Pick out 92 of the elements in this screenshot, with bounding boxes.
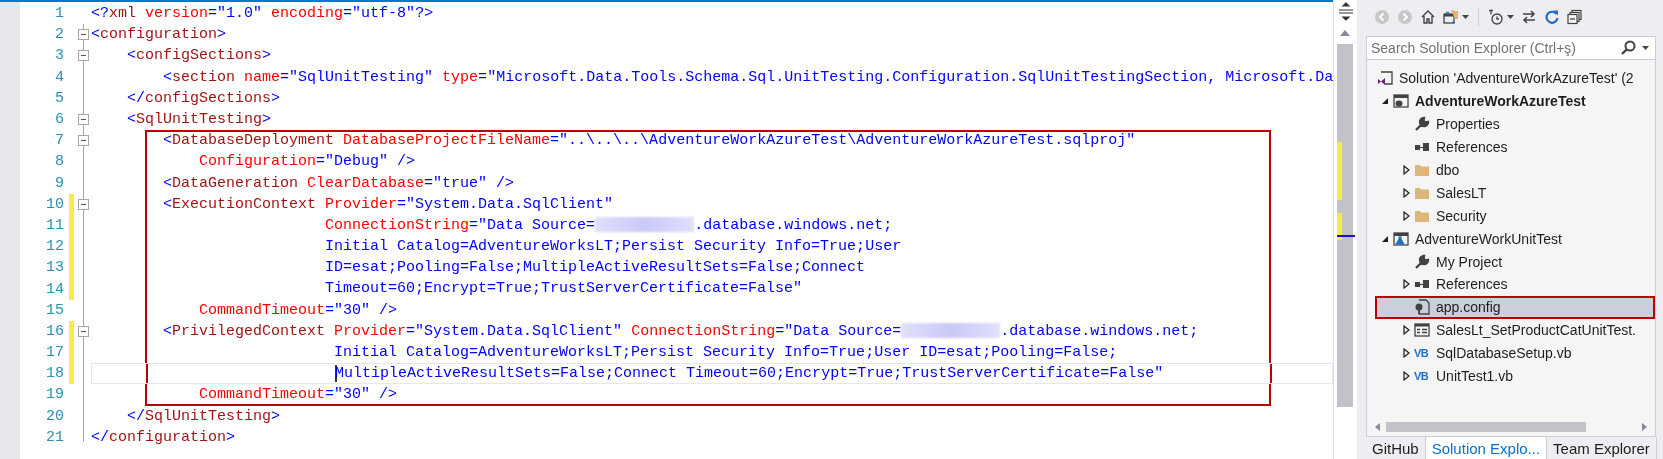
line-number: 3 (54, 47, 64, 65)
code-line: <SqlUnitTesting> (126, 109, 273, 130)
collapse-all-icon[interactable] (1567, 9, 1583, 25)
tree-item[interactable]: Security (1367, 204, 1655, 228)
scrollbar-thumb[interactable] (1386, 422, 1586, 432)
panel-tab[interactable]: Solution Explo... (1425, 437, 1548, 459)
tree-item[interactable]: VB UnitTest1.vb (1367, 364, 1655, 388)
line-number: 1 (54, 5, 64, 23)
tree-item[interactable]: AdventureWorkUnitTest (1367, 227, 1655, 251)
code-line: Initial Catalog=AdventureWorksLT;Persist Security Info=True;User (91, 236, 1333, 258)
collapse-icon[interactable] (78, 325, 89, 337)
line-number: 5 (54, 89, 64, 107)
scroll-up-icon[interactable] (1340, 30, 1350, 36)
tree-item[interactable]: VB SqlDatabaseSetup.vb (1367, 341, 1655, 365)
test-project-icon (1393, 230, 1409, 247)
tree-item[interactable]: SalesLT (1367, 181, 1655, 205)
code-line: <DatabaseDeployment DatabaseProjectFileName="..\..\..\AdventureWorkAzureTest\AdventureWorkAzureTest.sqlproj" (91, 130, 1333, 152)
caret-icon[interactable] (1507, 15, 1514, 19)
collapse-icon[interactable] (78, 198, 89, 210)
collapse-icon[interactable] (78, 113, 89, 125)
line-number: 7 (54, 132, 64, 150)
caret-icon[interactable] (1462, 15, 1469, 19)
line-number: 10 (45, 195, 64, 213)
tree-item[interactable]: References (1367, 135, 1655, 159)
code-line: <PrivilegedContext Provider="System.Data.SqlClient" ConnectionString="Data Source= .database.windows.net; (91, 320, 1333, 342)
caret-position-mark (1337, 235, 1355, 237)
collapse-icon[interactable] (78, 135, 89, 147)
folder-icon (1414, 162, 1430, 178)
tree-item[interactable]: Properties (1367, 112, 1655, 136)
database-project-icon (1393, 93, 1409, 110)
code-line: <section name="SqlUnitTesting" type="Microsoft.Data.Tools.Schema.Sql.UnitTesting.Configuration.SqlUnitTestingSection, Microsoft.Da (162, 67, 1333, 88)
tree-item[interactable]: SalesLt_SetProductCatUnitTest. (1367, 318, 1655, 342)
line-number: 9 (54, 174, 64, 192)
wrench-icon (1414, 116, 1430, 133)
wrench-icon (1414, 253, 1430, 270)
clock-icon[interactable] (1488, 9, 1504, 25)
code-line: CommandTimeout="30" /> (91, 299, 1333, 321)
collapse-icon[interactable] (78, 29, 89, 41)
search-field[interactable]: Search Solution Explorer (Ctrl+ş) (1366, 36, 1656, 60)
code-line: <?xml version="1.0" encoding="utf-8"?> (91, 4, 435, 24)
tree-item[interactable]: References (1367, 273, 1655, 296)
line-number: 13 (45, 259, 64, 277)
code-line: ConnectionString="Data Source= .database.windows.net; (91, 214, 1333, 237)
line-number: 4 (54, 68, 64, 86)
code-line: Timeout=60;Encrypt=True;TrustServerCertificate=False" (91, 278, 1333, 300)
solution-icon (1377, 70, 1393, 87)
code-line: </SqlUnitTesting> (126, 406, 282, 427)
line-number: 8 (54, 153, 64, 171)
tree-item[interactable]: dbo (1367, 158, 1655, 182)
scrollbar-track[interactable] (1337, 44, 1353, 407)
scroll-right-icon[interactable] (1642, 423, 1647, 431)
code-line: </configSections> (126, 88, 282, 109)
code-line: Configuration="Debug" /> (91, 151, 1333, 173)
code-line: ID=esat;Pooling=False;MultipleActiveResultSets=False;Connect (91, 257, 1333, 279)
tree-item[interactable]: My Project (1367, 250, 1655, 273)
code-line: <configuration> (91, 25, 228, 46)
tree-item[interactable]: app.config (1375, 295, 1655, 319)
code-line: Initial Catalog=AdventureWorksLT;Persist Security Info=True;User ID=esat;Pooling=False; (91, 342, 1333, 364)
line-number: 19 (45, 386, 64, 404)
swap-arrows-icon[interactable] (1521, 9, 1537, 25)
refresh-icon[interactable] (1544, 9, 1560, 25)
line-number: 17 (45, 344, 64, 362)
collapse-icon[interactable] (78, 50, 89, 62)
line-number: 12 (45, 238, 64, 256)
line-number: 11 (45, 216, 64, 234)
table-file-icon (1414, 322, 1430, 339)
line-number: 21 (45, 428, 64, 446)
line-number: 15 (45, 301, 64, 319)
change-mark (1337, 142, 1342, 200)
code-line: <ExecutionContext Provider="System.Data.SqlClient" (91, 193, 1333, 215)
tree-item[interactable]: Solution 'AdventureWorkAzureTest' (2 (1367, 67, 1655, 90)
code-line: <DataGeneration ClearDatabase="true" /> (91, 172, 1333, 194)
vb-icon: VB (1414, 347, 1430, 360)
code-line: CommandTimeout="30" /> (91, 384, 1333, 406)
code-line: </configuration> (91, 427, 237, 448)
code-line: <configSections> (126, 46, 273, 67)
scroll-left-icon[interactable] (1375, 423, 1380, 431)
vb-icon: VB (1414, 370, 1430, 382)
change-mark (1337, 213, 1342, 240)
config-file-icon (1414, 299, 1430, 316)
splitter-icon[interactable] (1337, 2, 1355, 21)
line-number: 14 (45, 280, 64, 298)
caret-icon[interactable] (1642, 46, 1649, 50)
line-number: 20 (45, 407, 64, 425)
home-icon[interactable] (1420, 9, 1436, 25)
line-number: 2 (54, 26, 64, 44)
line-number: 6 (54, 111, 64, 129)
line-number: 18 (45, 365, 64, 383)
tree-item[interactable]: AdventureWorkAzureTest (1367, 89, 1655, 113)
sync-view-icon[interactable] (1443, 9, 1459, 25)
search-icon[interactable] (1620, 40, 1636, 56)
line-number: 16 (45, 322, 64, 340)
